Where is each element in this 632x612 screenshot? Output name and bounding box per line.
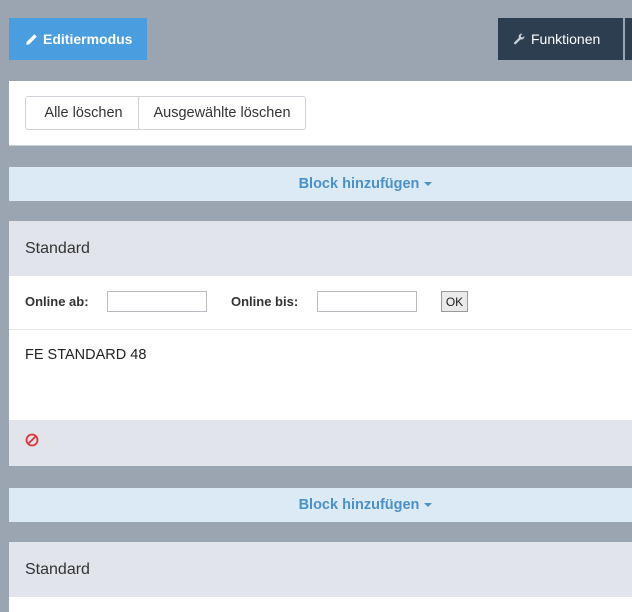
add-block-label: Block hinzufügen xyxy=(298,497,420,513)
block-body xyxy=(9,597,632,612)
block-footer xyxy=(9,420,632,466)
online-to-input[interactable] xyxy=(317,291,417,312)
content-block: Standard xyxy=(9,542,632,612)
block-header: Standard xyxy=(9,221,632,276)
bulk-actions-panel: Alle löschen Ausgewählte löschen xyxy=(9,81,632,146)
toolbar-next-button[interactable] xyxy=(625,18,632,60)
content-block: Standard Online ab: Online bis: OK FE ST… xyxy=(9,221,632,466)
functions-label: Funktionen xyxy=(531,31,601,47)
block-content[interactable]: FE STANDARD 48 xyxy=(9,330,632,420)
block-header: Standard xyxy=(9,542,632,597)
add-block-label: Block hinzufügen xyxy=(298,176,420,192)
edit-mode-button[interactable]: Editiermodus xyxy=(9,18,147,60)
delete-all-button[interactable]: Alle löschen xyxy=(25,96,142,130)
block-content-text: FE STANDARD 48 xyxy=(25,347,147,363)
functions-button[interactable]: Funktionen xyxy=(498,18,623,60)
block-title: Standard xyxy=(25,560,90,578)
add-block-button[interactable]: Block hinzufügen xyxy=(9,167,632,201)
online-from-input[interactable] xyxy=(107,291,207,312)
disable-icon[interactable] xyxy=(25,433,39,447)
top-toolbar: Editiermodus Funktionen xyxy=(0,0,632,60)
caret-down-icon xyxy=(424,182,433,186)
ok-button[interactable]: OK xyxy=(441,291,468,312)
block-title: Standard xyxy=(25,239,90,257)
pencil-icon xyxy=(26,33,37,45)
online-to-label: Online bis: xyxy=(231,294,299,309)
add-block-button[interactable]: Block hinzufügen xyxy=(9,488,632,522)
online-from-label: Online ab: xyxy=(25,294,89,309)
caret-down-icon xyxy=(424,503,433,507)
delete-selected-button[interactable]: Ausgewählte löschen xyxy=(138,96,306,130)
edit-mode-label: Editiermodus xyxy=(43,31,133,47)
block-online-settings: Online ab: Online bis: OK xyxy=(9,276,632,330)
wrench-icon xyxy=(513,33,525,44)
